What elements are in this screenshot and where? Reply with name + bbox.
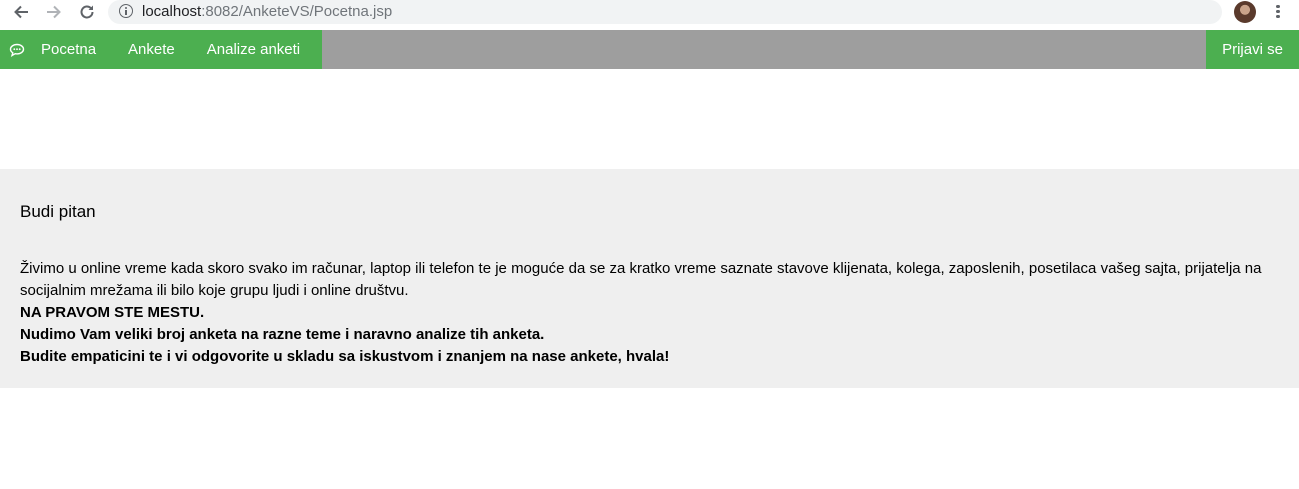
intro-panel: Budi pitan Živimo u online vreme kada sk… — [0, 169, 1299, 388]
profile-avatar[interactable] — [1234, 1, 1256, 23]
bold-line-3: Budite empaticini te i vi odgovorite u s… — [20, 348, 670, 365]
info-icon[interactable] — [119, 4, 133, 18]
forward-arrow-icon[interactable] — [43, 0, 65, 24]
more-menu-icon[interactable] — [1270, 3, 1286, 21]
nav-link-pocetna[interactable]: Pocetna — [40, 30, 112, 69]
address-bar[interactable]: localhost:8082/AnketeVS/Pocetna.jsp ☆ — [108, 0, 1222, 24]
url-text[interactable]: localhost:8082/AnketeVS/Pocetna.jsp — [142, 3, 392, 20]
intro-paragraph: Živimo u online vreme kada skoro svako i… — [20, 260, 1262, 299]
url-path: :8082/AnketeVS/Pocetna.jsp — [201, 3, 393, 20]
panel-title: Budi pitan — [20, 202, 96, 221]
chat-bubble-icon[interactable] — [0, 30, 40, 69]
nav-link-ankete[interactable]: Ankete — [112, 30, 191, 69]
nav-link-analize-anketi[interactable]: Analize anketi — [191, 30, 316, 69]
back-arrow-icon[interactable] — [10, 0, 32, 24]
reload-icon[interactable] — [76, 0, 98, 24]
panel-body: Živimo u online vreme kada skoro svako i… — [20, 258, 1282, 368]
site-navbar: Pocetna Ankete Analize anketi Prijavi se — [0, 30, 1299, 69]
url-host: localhost — [142, 3, 202, 20]
bold-line-2: Nudimo Vam veliki broj anketa na razne t… — [20, 326, 545, 343]
login-button[interactable]: Prijavi se — [1206, 30, 1299, 69]
bold-line-1: NA PRAVOM STE MESTU. — [20, 304, 205, 321]
browser-toolbar: localhost:8082/AnketeVS/Pocetna.jsp ☆ — [0, 0, 1299, 30]
nav-left-group: Pocetna Ankete Analize anketi — [0, 30, 322, 69]
